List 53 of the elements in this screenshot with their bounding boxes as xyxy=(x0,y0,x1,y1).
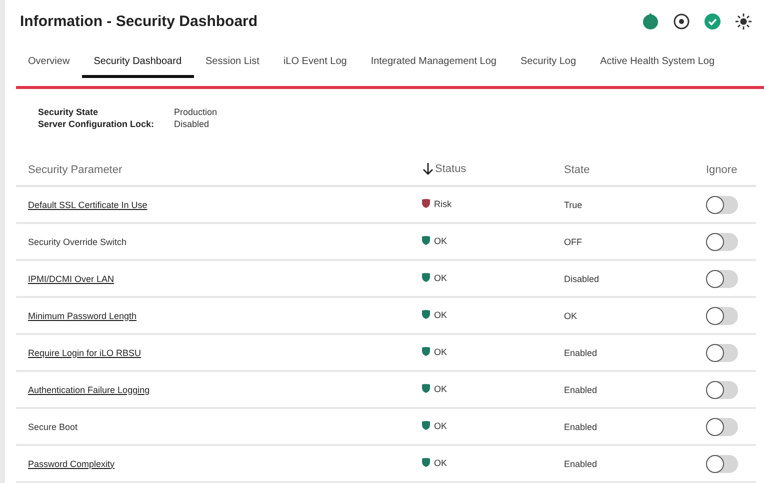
parameter-name: Secure Boot xyxy=(28,422,78,432)
column-header: Ignore xyxy=(706,164,738,176)
status-text: OK xyxy=(434,272,448,283)
parameter-link[interactable]: IPMI/DCMI Over LAN xyxy=(28,274,114,284)
ignore-toggle[interactable] xyxy=(706,232,738,250)
tab[interactable]: iLO Event Log xyxy=(271,52,359,78)
ignore-toggle[interactable] xyxy=(706,418,738,436)
tab[interactable]: Security Dashboard xyxy=(82,52,194,78)
power-icon[interactable] xyxy=(642,12,659,30)
ignore-toggle[interactable] xyxy=(706,380,738,398)
parameter-link[interactable]: Minimum Password Length xyxy=(28,310,137,320)
parameter-link[interactable]: Default SSL Certificate In Use xyxy=(28,200,148,210)
column-header[interactable]: Status xyxy=(435,162,466,174)
tab[interactable]: Active Health System Log xyxy=(588,52,727,78)
tab[interactable]: Session List xyxy=(194,52,272,78)
parameter-link[interactable]: Require Login for iLO RBSU xyxy=(28,348,142,358)
ignore-toggle[interactable] xyxy=(706,454,738,472)
tab[interactable]: Overview xyxy=(16,52,82,78)
sun-icon[interactable] xyxy=(735,12,752,30)
summary-value: Production xyxy=(174,107,218,117)
status-text: OK xyxy=(434,458,448,468)
parameter-link[interactable]: Authentication Failure Logging xyxy=(28,384,150,394)
state-text: Enabled xyxy=(564,384,598,394)
state-text: Enabled xyxy=(564,422,598,432)
status-text: OK xyxy=(434,384,448,394)
state-text: OFF xyxy=(564,236,582,246)
ignore-toggle[interactable] xyxy=(706,306,738,324)
parameter-link[interactable]: Password Complexity xyxy=(28,458,115,468)
tab[interactable]: Integrated Management Log xyxy=(358,52,508,78)
state-text: OK xyxy=(564,310,578,320)
column-header: Security Parameter xyxy=(28,164,122,176)
window-title: Information - Security Dashboard xyxy=(19,12,258,30)
status-text: OK xyxy=(434,420,448,431)
ignore-toggle[interactable] xyxy=(706,270,738,288)
ignore-toggle[interactable] xyxy=(706,196,738,214)
summary-value: Disabled xyxy=(174,119,210,129)
sort-arrow-icon[interactable] xyxy=(422,162,434,176)
status-text: OK xyxy=(434,310,448,320)
state-text: Enabled xyxy=(564,348,598,358)
summary-label: Security State xyxy=(38,107,100,117)
ignore-toggle[interactable] xyxy=(706,344,738,362)
state-text: Disabled xyxy=(564,274,600,284)
target-icon[interactable] xyxy=(673,12,690,30)
status-text: Risk xyxy=(434,198,452,209)
status-text: OK xyxy=(434,236,448,246)
state-text: True xyxy=(564,200,582,210)
tab[interactable]: Security Log xyxy=(508,52,588,78)
summary-label: Server Configuration Lock: xyxy=(38,119,154,129)
check-icon[interactable] xyxy=(704,12,721,30)
state-text: Enabled xyxy=(564,458,598,468)
status-text: OK xyxy=(434,346,448,357)
column-header: State xyxy=(564,164,590,176)
parameter-name: Security Override Switch xyxy=(28,236,127,246)
